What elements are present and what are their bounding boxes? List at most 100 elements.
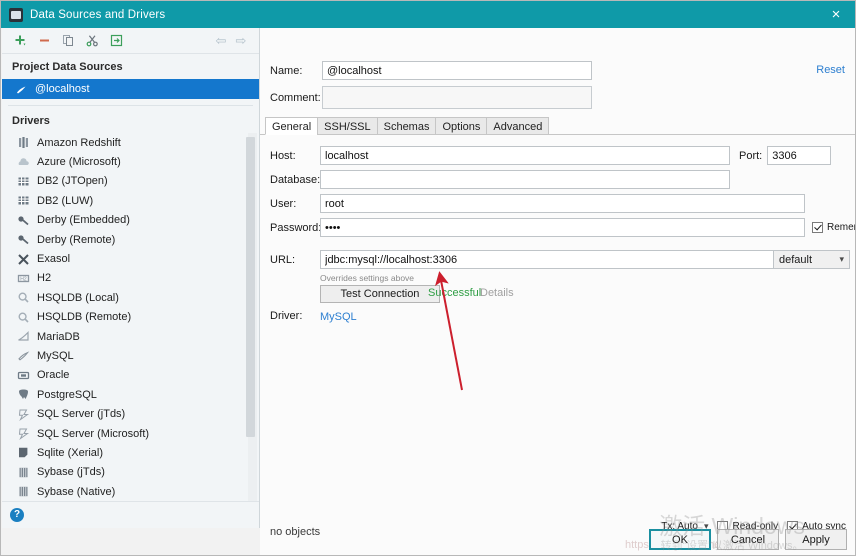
reset-link[interactable]: Reset: [816, 64, 845, 76]
cancel-button[interactable]: Cancel: [717, 529, 779, 550]
name-input[interactable]: [322, 61, 592, 80]
driver-row: Driver:: [270, 310, 320, 322]
drivers-list: Amazon Redshift Azure (Microsoft) DB2 (JTO…: [2, 133, 259, 518]
driver-list-item[interactable]: Derby (Embedded): [2, 211, 259, 230]
driver-list-item-label: DB2 (LUW): [37, 194, 94, 207]
driver-list-item[interactable]: Sybase (Native): [2, 482, 259, 501]
driver-list-item[interactable]: Sqlite (Xerial): [2, 443, 259, 462]
sidebar-item-localhost[interactable]: @localhost: [2, 79, 259, 99]
database-input[interactable]: [320, 170, 730, 189]
oracle-icon: [16, 368, 30, 382]
sidebar-footer: ?: [2, 501, 259, 528]
tab-options[interactable]: Options: [435, 117, 487, 135]
password-row: Password: Remember password: [270, 218, 855, 237]
driver-list-item[interactable]: HSQLDB (Remote): [2, 308, 259, 327]
details-link[interactable]: Details: [480, 287, 514, 299]
database-row: Database:: [270, 170, 730, 189]
tabs-divider: [260, 134, 855, 135]
tab-ssh-ssl[interactable]: SSH/SSL: [317, 117, 377, 135]
driver-link[interactable]: MySQL: [320, 311, 357, 323]
driver-list-item[interactable]: HSQLDB (Local): [2, 288, 259, 307]
hsqldb-icon: [16, 291, 30, 305]
apply-button[interactable]: Apply: [785, 529, 847, 550]
driver-list-item[interactable]: H2 H2: [2, 269, 259, 288]
driver-list-item-label: H2: [37, 272, 52, 285]
sqlite-icon: [16, 446, 30, 460]
driver-list-item-label: MySQL: [37, 349, 74, 362]
tab-general[interactable]: General: [265, 117, 318, 135]
driver-list-item-label: DB2 (JTOpen): [37, 175, 108, 188]
sidebar-item-label: @localhost: [35, 83, 90, 95]
comment-input[interactable]: [322, 86, 592, 109]
port-label: Port:: [739, 149, 763, 162]
driver-list-item[interactable]: Sybase (jTds): [2, 463, 259, 482]
objects-status: no objects: [270, 526, 321, 538]
drivers-scrollbar-thumb[interactable]: [246, 137, 255, 437]
azure-cloud-icon: [16, 155, 30, 169]
driver-list-item-label: Exasol: [37, 253, 71, 266]
driver-list-item-label: Sybase (Native): [37, 485, 116, 498]
password-input[interactable]: [320, 218, 805, 237]
host-input[interactable]: [320, 146, 730, 165]
driver-list-item[interactable]: Oracle: [2, 366, 259, 385]
remember-password-checkbox[interactable]: Remember password: [812, 222, 855, 233]
driver-list-item[interactable]: DB2 (LUW): [2, 191, 259, 210]
driver-list-item[interactable]: Derby (Remote): [2, 230, 259, 249]
driver-list-item-label: Derby (Embedded): [37, 214, 130, 227]
nav-back-icon[interactable]: ⇦: [211, 31, 231, 51]
postgresql-elephant-icon: [16, 388, 30, 402]
comment-row: Comment:: [270, 86, 592, 109]
test-status-label: Successful: [428, 287, 482, 299]
driver-list-item[interactable]: DB2 (JTOpen): [2, 172, 259, 191]
driver-list-item[interactable]: MySQL: [2, 346, 259, 365]
driver-list-item-label: Amazon Redshift: [37, 136, 121, 149]
dialog-buttons: OK Cancel Apply: [649, 529, 847, 550]
help-icon[interactable]: ?: [10, 508, 24, 522]
settings-tabs: General SSH/SSL Schemas Options Advanced: [265, 117, 550, 135]
remember-password-label: Remember password: [827, 222, 855, 233]
driver-list-item[interactable]: Azure (Microsoft): [2, 152, 259, 171]
url-mode-value: default: [779, 253, 813, 266]
project-data-sources-label: Project Data Sources: [12, 61, 123, 73]
url-input[interactable]: [320, 250, 775, 269]
tab-advanced[interactable]: Advanced: [486, 117, 550, 135]
driver-list-item-label: Azure (Microsoft): [37, 156, 121, 169]
driver-list-item-label: SQL Server (Microsoft): [37, 427, 150, 440]
url-mode-dropdown[interactable]: default ▾: [773, 250, 850, 269]
derby-icon: [16, 233, 30, 247]
import-icon[interactable]: [105, 31, 127, 51]
driver-list-item[interactable]: MariaDB: [2, 327, 259, 346]
data-sources-dialog: Data Sources and Drivers × ⇦ ⇨ Project D…: [0, 0, 856, 556]
ok-button[interactable]: OK: [649, 529, 711, 550]
close-icon[interactable]: ×: [815, 1, 855, 28]
driver-list-item[interactable]: SQL Server (Microsoft): [2, 424, 259, 443]
sybase-icon: [16, 485, 30, 499]
drivers-scrollbar-track[interactable]: [246, 133, 257, 518]
driver-list-item[interactable]: Exasol: [2, 249, 259, 268]
user-input[interactable]: [320, 194, 805, 213]
copy-icon[interactable]: [57, 31, 79, 51]
nav-forward-icon[interactable]: ⇨: [231, 31, 251, 51]
driver-list-item[interactable]: SQL Server (jTds): [2, 404, 259, 423]
port-input[interactable]: [767, 146, 832, 165]
driver-label: Driver:: [270, 310, 303, 322]
redshift-icon: [16, 136, 30, 150]
app-icon: [9, 7, 23, 22]
test-connection-button[interactable]: Test Connection: [320, 285, 440, 303]
name-label: Name:: [270, 64, 303, 77]
mysql-dolphin-icon: [16, 349, 30, 363]
db2-icon: [16, 194, 30, 208]
remove-data-source-button[interactable]: [33, 31, 55, 51]
add-data-source-button[interactable]: [9, 31, 31, 51]
chevron-down-icon: ▾: [839, 254, 844, 264]
tab-schemas[interactable]: Schemas: [376, 117, 436, 135]
url-label: URL:: [270, 253, 296, 266]
sidebar: ⇦ ⇨ Project Data Sources @localhost Driv…: [2, 28, 260, 528]
driver-list-item[interactable]: PostgreSQL: [2, 385, 259, 404]
scissors-icon[interactable]: [81, 31, 103, 51]
driver-list-item-label: Derby (Remote): [37, 233, 116, 246]
checkbox-box: [812, 222, 823, 233]
host-label: Host:: [270, 149, 296, 162]
mysql-icon: [14, 82, 28, 96]
driver-list-item[interactable]: Amazon Redshift: [2, 133, 259, 152]
